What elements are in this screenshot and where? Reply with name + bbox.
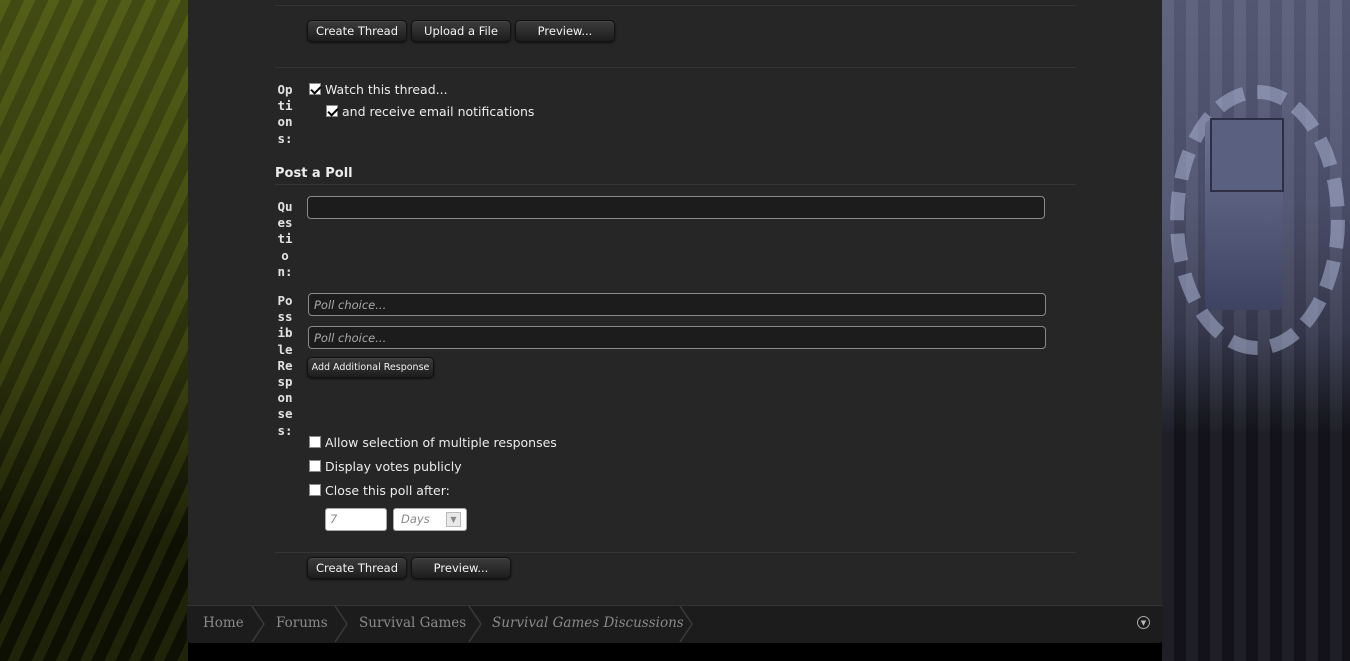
breadcrumb-separator-icon: [251, 606, 265, 642]
bottom-preview-button[interactable]: Preview...: [411, 557, 511, 579]
close-poll-label: Close this poll after:: [325, 483, 450, 498]
breadcrumb-item-home[interactable]: Home: [203, 615, 244, 631]
watch-thread-checkbox[interactable]: [309, 83, 321, 95]
breadcrumb-item-survival-games[interactable]: Survival Games: [359, 615, 466, 631]
upload-file-button[interactable]: Upload a File: [411, 20, 511, 42]
close-poll-checkbox[interactable]: [309, 484, 321, 496]
close-poll-length-input[interactable]: 7: [325, 508, 387, 531]
breadcrumb-separator-icon: [679, 606, 693, 642]
poll-choice-input-2[interactable]: [308, 326, 1046, 349]
add-additional-response-button[interactable]: Add Additional Response: [307, 357, 434, 378]
receive-email-checkbox[interactable]: [326, 105, 338, 117]
create-thread-button[interactable]: Create Thread: [307, 20, 407, 42]
breadcrumb-separator-icon: [334, 606, 348, 642]
chevron-down-icon[interactable]: ▼: [446, 512, 461, 527]
allow-multiple-label: Allow selection of multiple responses: [325, 435, 557, 450]
divider: [275, 67, 1076, 68]
options-label: Options:: [277, 82, 293, 146]
preview-button[interactable]: Preview...: [515, 20, 615, 42]
divider: [275, 5, 1076, 6]
question-label: Question:: [277, 199, 293, 279]
display-votes-checkbox[interactable]: [309, 460, 321, 472]
divider: [275, 184, 1076, 185]
breadcrumb-item-survival-games-discussions[interactable]: Survival Games Discussions: [492, 615, 684, 631]
receive-email-label: and receive email notifications: [342, 104, 535, 119]
display-votes-label: Display votes publicly: [325, 459, 462, 474]
jump-menu-icon[interactable]: ▼: [1137, 616, 1150, 629]
possible-responses-label: Possible Responses:: [277, 293, 293, 438]
breadcrumb-item-forums[interactable]: Forums: [276, 615, 328, 631]
divider: [275, 552, 1076, 553]
breadcrumb-separator-icon: [468, 606, 482, 642]
question-input[interactable]: [307, 196, 1045, 219]
allow-multiple-checkbox[interactable]: [309, 436, 321, 448]
watch-thread-label: Watch this thread...: [325, 82, 448, 97]
bottom-create-thread-button[interactable]: Create Thread: [307, 557, 407, 579]
creeper-head-art: [1210, 118, 1284, 192]
post-poll-heading: Post a Poll: [275, 166, 353, 181]
background-left-scenery: [0, 0, 188, 661]
poll-choice-input-1[interactable]: [308, 293, 1046, 316]
